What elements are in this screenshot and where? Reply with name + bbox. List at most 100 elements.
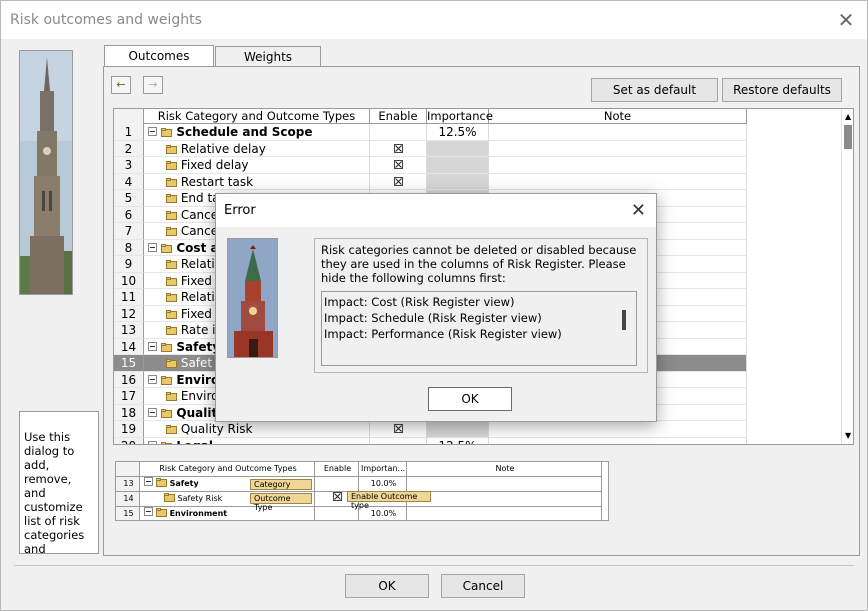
list-item: Impact: Cost (Risk Register view) bbox=[324, 295, 515, 309]
scroll-thumb[interactable] bbox=[844, 125, 852, 149]
enable-cell[interactable] bbox=[370, 173, 427, 190]
importance-cell[interactable] bbox=[427, 140, 489, 157]
table-row[interactable]: 19 Quality Risk bbox=[114, 421, 747, 438]
row-name-cell[interactable]: Restart task bbox=[144, 173, 370, 190]
scroll-right-icon[interactable]: ▶ bbox=[814, 442, 820, 444]
importance-cell[interactable] bbox=[427, 421, 489, 438]
example-header: Risk Category and Outcome Types Enable I… bbox=[116, 462, 608, 477]
row-number[interactable]: 18 bbox=[114, 404, 144, 421]
table-row[interactable]: 20 Legal 12.5% bbox=[114, 437, 747, 444]
close-icon[interactable]: ✕ bbox=[631, 200, 646, 221]
list-scroll-thumb[interactable] bbox=[622, 310, 626, 330]
folder-icon bbox=[161, 373, 173, 387]
row-number[interactable]: 2 bbox=[114, 140, 144, 157]
tab-weights[interactable]: Weights bbox=[215, 46, 321, 67]
blocking-columns-list[interactable]: Impact: Cost (Risk Register view) Impact… bbox=[321, 291, 637, 366]
row-number[interactable]: 20 bbox=[114, 437, 144, 444]
row-number[interactable]: 4 bbox=[114, 173, 144, 190]
row-number[interactable]: 12 bbox=[114, 305, 144, 322]
row-number[interactable]: 15 bbox=[114, 355, 144, 372]
row-number[interactable]: 1 bbox=[114, 124, 144, 141]
close-icon[interactable]: ✕ bbox=[835, 9, 857, 31]
row-name: Relati bbox=[180, 257, 215, 271]
row-name-cell[interactable]: Quality Risk bbox=[144, 421, 370, 438]
row-number[interactable]: 17 bbox=[114, 388, 144, 405]
table-row[interactable]: 1 Schedule and Scope 12.5% bbox=[114, 124, 747, 141]
enable-cell[interactable] bbox=[370, 437, 427, 444]
enable-cell[interactable] bbox=[370, 124, 427, 141]
enable-cell[interactable] bbox=[370, 140, 427, 157]
enable-cell[interactable] bbox=[370, 157, 427, 174]
row-number[interactable]: 19 bbox=[114, 421, 144, 438]
row-number[interactable]: 9 bbox=[114, 256, 144, 273]
note-cell[interactable] bbox=[489, 421, 747, 438]
enable-cell[interactable] bbox=[370, 421, 427, 438]
row-name-cell[interactable]: Schedule and Scope bbox=[144, 124, 370, 141]
folder-icon bbox=[164, 493, 175, 503]
row-name-cell[interactable]: Fixed delay bbox=[144, 157, 370, 174]
row-number[interactable]: 13 bbox=[114, 322, 144, 339]
row-number[interactable]: 5 bbox=[114, 190, 144, 207]
row-number[interactable]: 14 bbox=[114, 338, 144, 355]
folder-icon bbox=[166, 274, 177, 288]
enabled-checkbox-icon[interactable] bbox=[393, 175, 403, 189]
ok-button[interactable]: OK bbox=[345, 574, 429, 598]
table-row[interactable]: 4 Restart task bbox=[114, 173, 747, 190]
row-name: Fixed bbox=[180, 306, 212, 321]
note-cell[interactable] bbox=[489, 173, 747, 190]
list-item: Impact: Schedule (Risk Register view) bbox=[324, 311, 542, 325]
example-row-number: 15 bbox=[116, 507, 140, 520]
collapse-icon[interactable] bbox=[148, 439, 157, 444]
row-number[interactable]: 8 bbox=[114, 239, 144, 256]
row-number[interactable]: 10 bbox=[114, 272, 144, 289]
folder-icon bbox=[161, 125, 173, 139]
example-row-number: 14 bbox=[116, 492, 140, 507]
importance-cell[interactable]: 12.5% bbox=[427, 437, 489, 444]
enabled-checkbox-icon[interactable] bbox=[393, 142, 403, 156]
note-cell[interactable] bbox=[489, 157, 747, 174]
header-note[interactable]: Note bbox=[489, 109, 747, 124]
row-number[interactable]: 7 bbox=[114, 223, 144, 240]
error-dialog-titlebar: Error ✕ bbox=[216, 194, 656, 227]
folder-icon bbox=[166, 191, 177, 205]
importance-cell[interactable] bbox=[427, 173, 489, 190]
forward-arrow-icon[interactable]: → bbox=[143, 76, 163, 94]
restore-defaults-button[interactable]: Restore defaults bbox=[722, 78, 842, 102]
enable-outcome-callout: Enable Outcome type bbox=[347, 491, 431, 510]
note-cell[interactable] bbox=[489, 124, 747, 141]
collapse-icon[interactable] bbox=[148, 125, 157, 139]
error-ok-button[interactable]: OK bbox=[428, 387, 512, 411]
enabled-checkbox-icon[interactable] bbox=[393, 422, 403, 436]
note-cell[interactable] bbox=[489, 140, 747, 157]
collapse-icon[interactable] bbox=[148, 241, 157, 255]
header-importance[interactable]: Importance bbox=[427, 109, 493, 124]
row-name-cell[interactable]: Legal bbox=[144, 437, 370, 444]
row-number[interactable]: 16 bbox=[114, 371, 144, 388]
row-name: Safet bbox=[180, 356, 213, 370]
enabled-checkbox-icon[interactable] bbox=[393, 158, 403, 172]
row-number[interactable]: 11 bbox=[114, 289, 144, 306]
row-name-cell[interactable]: Relative delay bbox=[144, 140, 370, 157]
importance-cell[interactable] bbox=[427, 157, 489, 174]
row-number[interactable]: 3 bbox=[114, 157, 144, 174]
vertical-scrollbar[interactable]: ▲ ▼ bbox=[841, 109, 853, 444]
importance-cell[interactable]: 12.5% bbox=[427, 124, 489, 141]
collapse-icon[interactable] bbox=[148, 373, 157, 387]
header-enable[interactable]: Enable bbox=[370, 109, 427, 124]
back-arrow-icon[interactable]: ← bbox=[111, 76, 131, 94]
scroll-down-icon[interactable]: ▼ bbox=[845, 431, 851, 440]
table-row[interactable]: 3 Fixed delay bbox=[114, 157, 747, 174]
example-note-cell bbox=[407, 492, 602, 507]
example-header-importance: Importan... bbox=[359, 462, 407, 477]
collapse-icon[interactable] bbox=[148, 340, 157, 354]
note-cell[interactable] bbox=[489, 437, 747, 444]
collapse-icon[interactable] bbox=[148, 406, 157, 420]
scroll-up-icon[interactable]: ▲ bbox=[845, 112, 851, 121]
table-row[interactable]: 2 Relative delay bbox=[114, 140, 747, 157]
header-category[interactable]: Risk Category and Outcome Types bbox=[144, 109, 370, 124]
set-as-default-button[interactable]: Set as default bbox=[591, 78, 718, 102]
cancel-button[interactable]: Cancel bbox=[441, 574, 525, 598]
row-name: Enviro bbox=[180, 389, 219, 403]
tab-outcomes[interactable]: Outcomes bbox=[104, 45, 214, 67]
row-number[interactable]: 6 bbox=[114, 206, 144, 223]
